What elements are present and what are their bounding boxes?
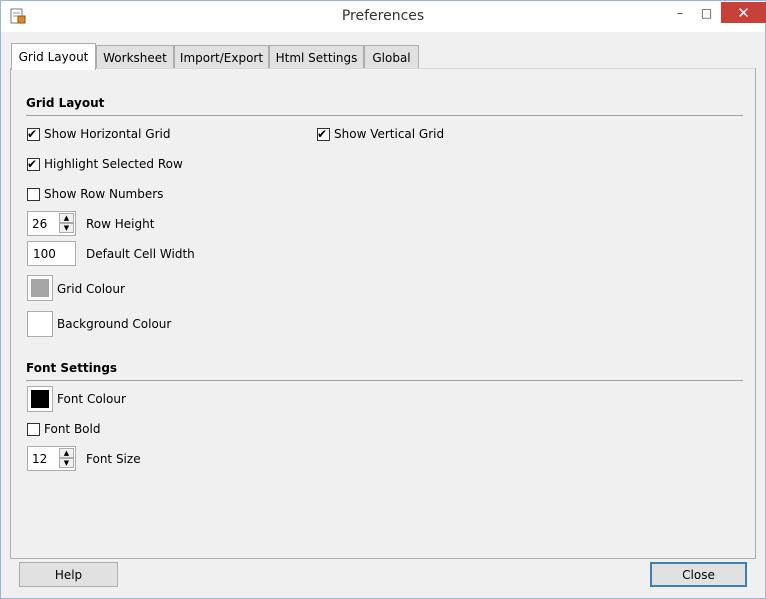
tab-grid-layout[interactable]: Grid Layout [11, 43, 96, 70]
row-height-arrows: ▲ ▼ [59, 213, 74, 234]
title-bar[interactable]: Preferences – □ ✕ [1, 1, 766, 32]
spin-down-icon[interactable]: ▼ [59, 458, 74, 468]
close-window-button[interactable]: ✕ [721, 2, 766, 23]
font-settings-heading: Font Settings [26, 361, 118, 375]
grid-colour-swatch[interactable] [27, 275, 53, 301]
grid-colour-fill [31, 279, 49, 297]
font-size-arrows: ▲ ▼ [59, 448, 74, 469]
close-button[interactable]: Close [650, 562, 747, 587]
show-row-numbers-checkbox[interactable] [27, 187, 40, 201]
spin-up-icon[interactable]: ▲ [59, 213, 74, 223]
default-cell-width-input[interactable] [31, 246, 76, 262]
spin-down-icon[interactable]: ▼ [59, 223, 74, 233]
show-horizontal-grid-label: Show Horizontal Grid [44, 127, 171, 141]
tab-import-export[interactable]: Import/Export [174, 45, 269, 69]
row-height-label: Row Height [86, 217, 155, 231]
font-bold-row: Font Bold [27, 422, 100, 436]
background-colour-label: Background Colour [57, 317, 172, 331]
font-size-label: Font Size [86, 452, 141, 466]
maximize-button[interactable]: □ [693, 2, 720, 23]
grid-layout-separator [26, 115, 743, 116]
default-cell-width-label: Default Cell Width [86, 247, 195, 261]
highlight-selected-row-row: ✔ Highlight Selected Row [27, 157, 183, 171]
tab-html-settings[interactable]: Html Settings [269, 45, 364, 69]
font-settings-separator [26, 380, 743, 381]
help-button[interactable]: Help [19, 562, 118, 587]
show-vertical-grid-label: Show Vertical Grid [334, 127, 445, 141]
show-row-numbers-row: Show Row Numbers [27, 187, 163, 201]
spin-up-icon[interactable]: ▲ [59, 448, 74, 458]
grid-colour-label: Grid Colour [57, 282, 125, 296]
row-height-value: 26 [32, 217, 48, 231]
background-colour-swatch[interactable] [27, 311, 53, 337]
tab-global[interactable]: Global [364, 45, 419, 69]
show-vertical-grid-row: ✔ Show Vertical Grid [317, 127, 444, 141]
show-vertical-grid-checkbox[interactable]: ✔ [317, 126, 330, 141]
check-icon: ✔ [27, 156, 38, 171]
font-bold-label: Font Bold [44, 422, 101, 436]
minimize-button[interactable]: – [667, 2, 693, 23]
highlight-selected-row-checkbox[interactable]: ✔ [27, 156, 40, 171]
grid-layout-panel: Grid Layout ✔ Show Horizontal Grid ✔ Sho… [10, 68, 756, 559]
font-bold-checkbox[interactable] [27, 422, 40, 436]
font-size-value: 12 [32, 452, 48, 466]
check-icon: ✔ [27, 126, 38, 141]
highlight-selected-row-label: Highlight Selected Row [44, 157, 183, 171]
preferences-window: Preferences – □ ✕ Grid Layout Worksheet … [0, 0, 766, 599]
font-colour-fill [31, 390, 49, 408]
grid-layout-heading: Grid Layout [26, 96, 105, 110]
default-cell-width-field[interactable] [27, 241, 76, 266]
window-title: Preferences [341, 8, 425, 24]
background-colour-fill [31, 315, 49, 333]
font-colour-label: Font Colour [57, 392, 126, 406]
tab-worksheet[interactable]: Worksheet [96, 45, 174, 69]
row-height-stepper[interactable]: 26 ▲ ▼ [27, 211, 76, 236]
show-horizontal-grid-row: ✔ Show Horizontal Grid [27, 127, 170, 141]
show-row-numbers-label: Show Row Numbers [44, 187, 164, 201]
font-size-stepper[interactable]: 12 ▲ ▼ [27, 446, 76, 471]
show-horizontal-grid-checkbox[interactable]: ✔ [27, 126, 40, 141]
font-colour-swatch[interactable] [27, 386, 53, 412]
check-icon: ✔ [317, 126, 328, 141]
